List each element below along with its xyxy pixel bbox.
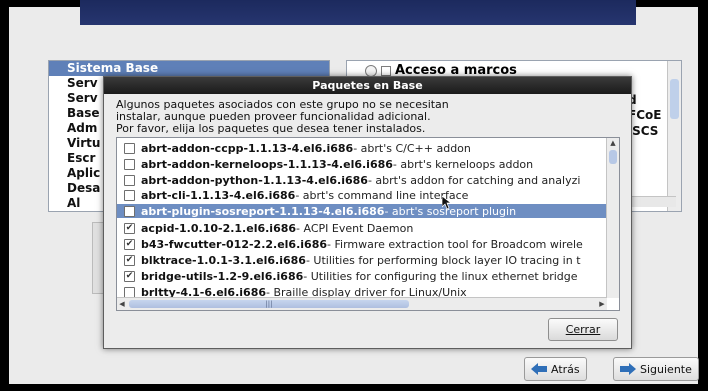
package-row[interactable]: ✔ b43-fwcutter-012-2.2.el6.i686 - Firmwar… bbox=[117, 237, 606, 251]
radio-icon bbox=[365, 64, 377, 77]
package-name: abrt-cli-1.1.13-4.el6.i686 bbox=[141, 188, 296, 202]
package-name: blktrace-1.0.1-3.1.el6.i686 bbox=[141, 253, 306, 267]
package-row[interactable]: ✔ bridge-utils-1.2-9.el6.i686 - Utilities… bbox=[117, 269, 606, 283]
package-checkbox[interactable] bbox=[124, 189, 135, 201]
package-row[interactable]: abrt-plugin-sosreport-1.1.13-4.el6.i686 … bbox=[117, 204, 606, 218]
package-row[interactable]: ✔ acpid-1.0.10-2.1.el6.i686 - ACPI Event … bbox=[117, 221, 606, 235]
package-name: abrt-addon-ccpp-1.1.13-4.el6.i686 bbox=[141, 141, 354, 155]
package-checkbox[interactable]: ✔ bbox=[124, 254, 135, 266]
mouse-cursor-icon bbox=[442, 196, 451, 209]
dialog-description: Algunos paquetes asociados con este grup… bbox=[116, 99, 616, 135]
scroll-thumb[interactable] bbox=[670, 79, 679, 119]
description-line: Por favor, elija los paquetes que desea … bbox=[116, 122, 426, 135]
subgroup-fragment: FCoE bbox=[628, 108, 662, 122]
package-row[interactable]: ✔ blktrace-1.0.1-3.1.el6.i686 - Utilities… bbox=[117, 253, 606, 267]
next-arrow-icon bbox=[620, 363, 636, 375]
package-name: abrt-addon-kerneloops-1.1.13-4.el6.i686 bbox=[141, 157, 393, 171]
package-checkbox[interactable] bbox=[124, 205, 135, 217]
package-description: - abrt's C/C++ addon bbox=[353, 141, 471, 155]
package-checkbox[interactable] bbox=[124, 286, 135, 298]
scroll-right-icon[interactable]: ▶ bbox=[597, 298, 607, 310]
package-row[interactable]: abrt-cli-1.1.13-4.el6.i686 - abrt's comm… bbox=[117, 188, 606, 202]
package-name: acpid-1.0.10-2.1.el6.i686 bbox=[141, 221, 297, 235]
package-checkbox[interactable] bbox=[124, 174, 135, 186]
package-checkbox[interactable]: ✔ bbox=[124, 222, 135, 234]
package-description: - Utilities for performing block layer I… bbox=[305, 253, 581, 267]
package-description: - Firmware extraction tool for Broadcom … bbox=[327, 237, 583, 251]
packages-dialog: Paquetes en Base Algunos paquetes asocia… bbox=[103, 76, 632, 349]
next-label: Siguiente bbox=[640, 362, 692, 376]
package-description: - abrt's kerneloops addon bbox=[392, 157, 534, 171]
package-checkbox[interactable] bbox=[124, 142, 135, 154]
package-description: - Utilities for configuring the linux et… bbox=[303, 269, 578, 283]
back-arrow-icon bbox=[531, 363, 547, 375]
close-button[interactable]: Cerrar bbox=[548, 318, 618, 341]
package-description: - abrt's addon for catching and analyzi bbox=[367, 173, 581, 187]
package-description: - ACPI Event Daemon bbox=[296, 221, 414, 235]
package-row[interactable]: abrt-addon-ccpp-1.1.13-4.el6.i686 - abrt… bbox=[117, 141, 606, 155]
package-checkbox[interactable] bbox=[124, 158, 135, 170]
vertical-scrollbar[interactable] bbox=[667, 61, 681, 211]
package-name: abrt-plugin-sosreport-1.1.13-4.el6.i686 bbox=[141, 204, 385, 218]
top-banner bbox=[80, 0, 636, 25]
checkbox-icon[interactable] bbox=[381, 65, 391, 76]
package-name: b43-fwcutter-012-2.2.el6.i686 bbox=[141, 237, 328, 251]
package-row[interactable]: abrt-addon-python-1.1.13-4.el6.i686 - ab… bbox=[117, 173, 606, 187]
next-button[interactable]: Siguiente bbox=[613, 357, 699, 381]
group-item[interactable]: Sistema Base bbox=[49, 61, 329, 76]
scroll-thumb[interactable]: ||| bbox=[129, 300, 409, 308]
back-label: Atrás bbox=[551, 362, 580, 376]
dialog-title: Paquetes en Base bbox=[104, 77, 631, 94]
subgroup-fragment: iSCS bbox=[628, 124, 659, 138]
scroll-left-icon[interactable]: ◀ bbox=[117, 298, 127, 310]
scroll-thumb[interactable] bbox=[609, 150, 617, 164]
back-button[interactable]: Atrás bbox=[524, 357, 587, 381]
package-row[interactable]: abrt-addon-kerneloops-1.1.13-4.el6.i686 … bbox=[117, 157, 606, 171]
package-checkbox[interactable]: ✔ bbox=[124, 270, 135, 282]
package-checkbox[interactable]: ✔ bbox=[124, 238, 135, 250]
horizontal-scrollbar[interactable]: ◀ ||| ▶ bbox=[117, 297, 607, 310]
package-list[interactable]: ✔bzip2-1.0.5-7.el6_0.i686 - A file compr… bbox=[116, 137, 620, 311]
scroll-up-icon[interactable]: ▲ bbox=[607, 138, 619, 148]
package-name: bridge-utils-1.2-9.el6.i686 bbox=[141, 269, 304, 283]
package-name: abrt-addon-python-1.1.13-4.el6.i686 bbox=[141, 173, 368, 187]
vertical-scrollbar[interactable]: ▲ bbox=[606, 138, 619, 298]
